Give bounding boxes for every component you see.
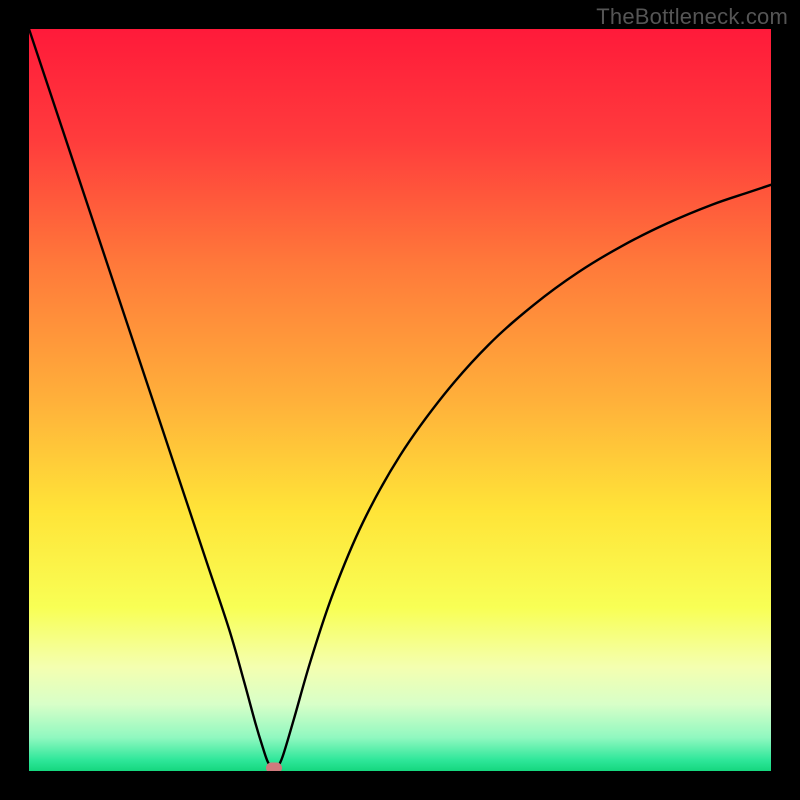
chart-container: TheBottleneck.com [0, 0, 800, 800]
plot-area [29, 29, 771, 771]
minimum-marker [266, 763, 282, 772]
bottleneck-curve [29, 29, 771, 769]
attribution-text: TheBottleneck.com [596, 4, 788, 30]
curve-layer [29, 29, 771, 771]
